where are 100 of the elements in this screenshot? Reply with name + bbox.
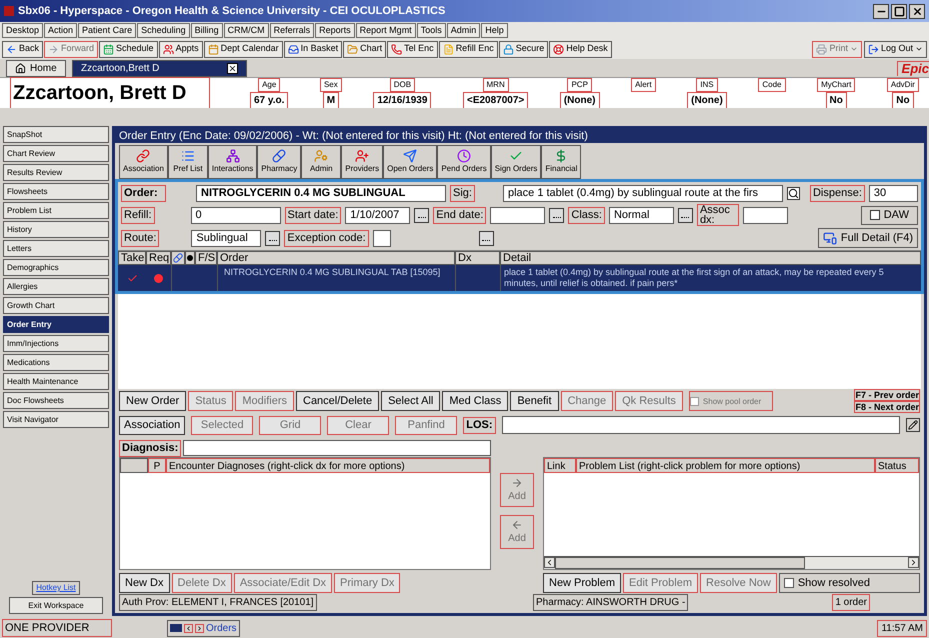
toolbar-button[interactable]: Schedule [99, 40, 158, 58]
sidebar-item[interactable]: Problem List [3, 202, 109, 219]
previous-icon[interactable] [184, 624, 193, 632]
toolbar-button[interactable]: Dept Calendar [204, 40, 283, 58]
toolbar-button[interactable]: Log Out [864, 40, 927, 58]
sidebar-item[interactable]: Health Maintenance [3, 373, 109, 390]
toolbar-button[interactable]: Secure [498, 40, 548, 58]
exception-code-field[interactable] [372, 230, 391, 246]
sidebar-item[interactable]: Doc Flowsheets [3, 392, 109, 409]
activity-button[interactable]: Pref List [168, 145, 208, 179]
problem-button[interactable]: New Problem [543, 573, 622, 593]
column-header: Status [875, 458, 919, 473]
scroll-left-icon[interactable] [544, 557, 555, 568]
activity-button[interactable]: Pend Orders [437, 145, 491, 179]
sidebar-item[interactable]: Order Entry [3, 316, 109, 333]
menu-item[interactable]: CRM/CM [224, 23, 269, 38]
association-button[interactable]: Association [119, 416, 186, 434]
activity-button[interactable]: Providers [341, 145, 384, 179]
menu-item[interactable]: Reports [315, 23, 355, 38]
activity-button[interactable]: Association [119, 145, 168, 179]
search-icon[interactable] [786, 186, 800, 200]
sidebar-item[interactable]: Allergies [3, 278, 109, 295]
refill-field[interactable]: 0 [190, 206, 281, 224]
menu-item[interactable]: Tools [416, 23, 446, 38]
toolbar-button[interactable]: Appts [158, 40, 203, 58]
order-button[interactable]: Benefit [510, 391, 559, 411]
activity-button[interactable]: Financial [541, 145, 582, 179]
ellipsis-button[interactable] [478, 230, 494, 246]
hotkey-list-link[interactable]: Hotkey List [32, 581, 80, 595]
menu-item[interactable]: Patient Care [78, 23, 136, 38]
header-label: INS [696, 78, 718, 92]
ellipsis-button[interactable] [678, 208, 693, 222]
close-button[interactable] [909, 4, 925, 18]
link-icon [136, 149, 150, 163]
menu-item[interactable]: Report Mgmt [356, 23, 416, 38]
sig-field[interactable]: place 1 tablet (0.4mg) by sublingual route at the firs [502, 184, 783, 202]
activity-button[interactable]: Admin [301, 145, 342, 179]
sidebar-item[interactable]: Growth Chart [3, 297, 109, 314]
field-label: Start date: [284, 206, 342, 224]
los-field[interactable] [502, 416, 900, 434]
toolbar-button[interactable]: Refill Enc [438, 40, 498, 58]
column-header: Take [118, 251, 146, 265]
pencil-icon[interactable] [906, 418, 920, 432]
maximize-button[interactable] [891, 4, 907, 18]
toolbar-button[interactable]: Help Desk [549, 40, 612, 58]
sidebar-item[interactable]: Flowsheets [3, 183, 109, 200]
dispense-field[interactable]: 30 [868, 184, 918, 202]
menu-item[interactable]: Action [44, 23, 78, 38]
start-date-field[interactable]: 1/10/2007 [345, 206, 410, 224]
clock: 11:57 AM [877, 620, 927, 636]
toolbar-button[interactable]: Back [2, 40, 44, 58]
app-icon [4, 6, 14, 16]
order-field[interactable]: NITROGLYCERIN 0.4 MG SUBLINGUAL [196, 184, 446, 202]
horizontal-scrollbar[interactable] [544, 556, 919, 569]
order-button[interactable]: Cancel/Delete [296, 391, 380, 411]
diagnosis-button[interactable]: New Dx [119, 573, 170, 593]
ellipsis-button[interactable] [414, 208, 430, 222]
order-button[interactable]: Med Class [442, 391, 508, 411]
toolbar-button[interactable]: In Basket [284, 40, 342, 58]
tab[interactable]: Home [6, 60, 66, 77]
order-button[interactable]: Select All [381, 391, 440, 411]
show-resolved-checkbox[interactable]: Show resolved [778, 573, 920, 593]
minimize-button[interactable] [873, 4, 889, 18]
activity-button[interactable]: Interactions [208, 145, 258, 179]
toolbar-button[interactable]: Chart [343, 40, 386, 58]
ellipsis-button[interactable] [549, 208, 564, 222]
tab[interactable]: Zzcartoon,Brett D [72, 60, 247, 77]
activity-button[interactable]: Sign Orders [490, 145, 542, 179]
assoc-dx-field[interactable] [742, 206, 788, 224]
menu-item[interactable]: Scheduling [137, 23, 190, 38]
sidebar-item[interactable]: Imm/Injections [3, 335, 109, 352]
menu-item[interactable]: Billing [190, 23, 223, 38]
menu-item[interactable]: Desktop [2, 23, 44, 38]
sidebar-item[interactable]: Chart Review [3, 145, 109, 162]
daw-checkbox[interactable]: DAW [860, 206, 918, 224]
class-field[interactable]: Normal [608, 206, 674, 224]
diagnosis-field[interactable] [183, 440, 491, 456]
ellipsis-button[interactable] [265, 230, 280, 246]
order-button[interactable]: New Order [119, 391, 186, 411]
sidebar-item[interactable]: SnapShot [3, 126, 109, 143]
activity-button[interactable]: Open Orders [383, 145, 438, 179]
scroll-right-icon[interactable] [908, 557, 919, 568]
sidebar-item[interactable]: Letters [3, 240, 109, 257]
full-detail-button[interactable]: Full Detail (F4) [818, 228, 918, 248]
sidebar-item[interactable]: History [3, 221, 109, 238]
next-icon[interactable] [195, 624, 204, 632]
sidebar-item[interactable]: Results Review [3, 164, 109, 181]
menu-item[interactable]: Admin [446, 23, 480, 38]
route-field[interactable]: Sublingual [191, 230, 262, 246]
menu-item[interactable]: Help [481, 23, 508, 38]
activity-button[interactable]: Pharmacy [257, 145, 302, 179]
sidebar-item[interactable]: Visit Navigator [3, 411, 109, 428]
order-row[interactable]: NITROGLYCERIN 0.4 MG SUBLINGUAL TAB [15095] place 1 tablet (0.4mg) by sublingual route at the first sign of an attack, may be repeated every 5 minutes, until relief is obtained. if pain pers* [118, 265, 921, 291]
end-date-field[interactable] [490, 206, 546, 224]
exit-workspace-button[interactable]: Exit Workspace [9, 597, 103, 614]
menu-item[interactable]: Referrals [270, 23, 314, 38]
toolbar-button[interactable]: Tel Enc [387, 40, 438, 58]
sidebar-item[interactable]: Demographics [3, 259, 109, 276]
header-label: MRN [482, 78, 509, 92]
sidebar-item[interactable]: Medications [3, 354, 109, 371]
